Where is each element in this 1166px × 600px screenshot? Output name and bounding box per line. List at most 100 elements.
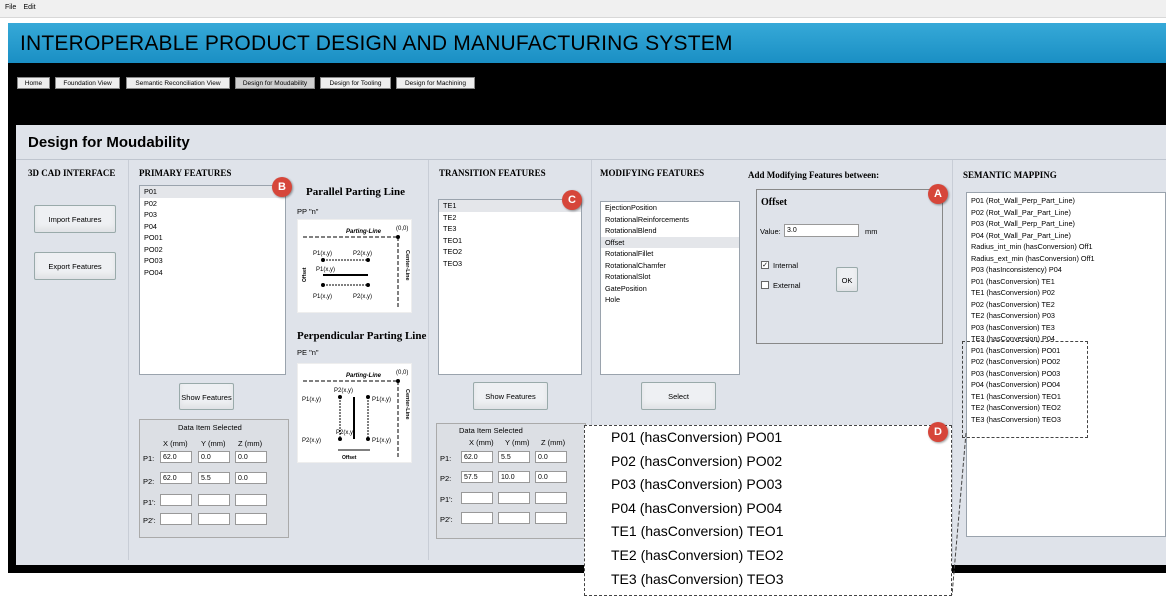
list-item[interactable]: Hole — [601, 294, 739, 306]
tab-foundation-view[interactable]: Foundation View — [55, 77, 120, 89]
list-item[interactable]: Radius_int_min (hasConversion) Off1 — [967, 241, 1165, 253]
list-item[interactable]: TEO1 — [439, 235, 581, 247]
tp1-x-field[interactable]: 62.0 — [461, 451, 493, 463]
list-item[interactable]: RotationalChamfer — [601, 260, 739, 272]
tab-design-for-machining[interactable]: Design for Machining — [396, 77, 475, 89]
p2-y-field[interactable]: 5.5 — [198, 472, 230, 484]
transition-show-features-button[interactable]: Show Features — [473, 382, 548, 410]
tp1-z-field[interactable]: 0.0 — [535, 451, 567, 463]
export-features-button[interactable]: Export Features — [34, 252, 116, 280]
zoom-list-item[interactable]: P01 (hasConversion) PO01 — [585, 426, 951, 450]
tp1p-z-field[interactable] — [535, 492, 567, 504]
list-item[interactable]: TEO3 — [439, 258, 581, 270]
list-item[interactable]: RotationalFillet — [601, 248, 739, 260]
menu-file[interactable]: File — [5, 4, 16, 11]
tp1-y-field[interactable]: 5.5 — [498, 451, 530, 463]
tp1p-y-field[interactable] — [498, 492, 530, 504]
list-item[interactable]: GatePosition — [601, 283, 739, 295]
zoom-list-item[interactable]: P02 (hasConversion) PO02 — [585, 450, 951, 474]
perp-origin-label: (0,0) — [396, 370, 408, 376]
external-checkbox[interactable] — [761, 281, 769, 289]
list-item[interactable]: P01 (Rot_Wall_Perp_Part_Line) — [967, 195, 1165, 207]
perp-center-label: Center-Line — [404, 389, 410, 420]
parallel-p1-label: P1(x,y) — [313, 251, 332, 257]
list-item[interactable]: P03 (Rot_Wall_Perp_Part_Line) — [967, 218, 1165, 230]
list-item[interactable]: P02 (hasConversion) TE2 — [967, 299, 1165, 311]
list-item[interactable]: P04 — [140, 221, 285, 233]
p1p-x-field[interactable] — [160, 494, 192, 506]
list-item[interactable]: EjectionPosition — [601, 202, 739, 214]
list-item[interactable]: TE2 (hasConversion) P03 — [967, 310, 1165, 322]
list-item[interactable]: P01 (hasConversion) TE1 — [967, 276, 1165, 288]
p2p-y-field[interactable] — [198, 513, 230, 525]
modifying-features-list[interactable]: EjectionPosition RotationalReinforcements… — [600, 201, 740, 375]
p1p-z-field[interactable] — [235, 494, 267, 506]
tab-design-for-tooling[interactable]: Design for Tooling — [320, 77, 391, 89]
tp2-z-field[interactable]: 0.0 — [535, 471, 567, 483]
primary-features-list[interactable]: P01 P02 P03 P04 PO01 PO02 PO03 PO04 — [139, 185, 286, 375]
import-features-button[interactable]: Import Features — [34, 205, 116, 233]
list-item[interactable]: P03 — [140, 209, 285, 221]
list-item[interactable]: PO03 — [140, 255, 285, 267]
list-item[interactable]: P02 — [140, 198, 285, 210]
primary-show-features-button[interactable]: Show Features — [179, 383, 234, 410]
list-item[interactable]: PO01 — [140, 232, 285, 244]
tp2p-z-field[interactable] — [535, 512, 567, 524]
menu-edit[interactable]: Edit — [24, 4, 36, 11]
list-item[interactable]: RotationalReinforcements — [601, 214, 739, 226]
tp1p-x-field[interactable] — [461, 492, 493, 504]
tp2-y-field[interactable]: 10.0 — [498, 471, 530, 483]
zoom-list-item[interactable]: P04 (hasConversion) PO04 — [585, 497, 951, 521]
parallel-p2-label: P2(x,y) — [353, 294, 372, 300]
list-item[interactable]: P03 (hasInconsistency) P04 — [967, 264, 1165, 276]
select-button[interactable]: Select — [641, 382, 716, 410]
unit-label: mm — [865, 227, 878, 236]
p2p-x-field[interactable] — [160, 513, 192, 525]
list-item[interactable]: TEO2 — [439, 246, 581, 258]
list-item[interactable]: PO04 — [140, 267, 285, 279]
perpendicular-title: Perpendicular Parting Line — [297, 330, 427, 342]
p2-x-field[interactable]: 62.0 — [160, 472, 192, 484]
zoom-list-item[interactable]: P03 (hasConversion) PO03 — [585, 473, 951, 497]
p2-z-field[interactable]: 0.0 — [235, 472, 267, 484]
list-item[interactable]: TE1 — [439, 200, 581, 212]
p2p-z-field[interactable] — [235, 513, 267, 525]
tp2p-x-field[interactable] — [461, 512, 493, 524]
p1-y-field[interactable]: 0.0 — [198, 451, 230, 463]
internal-checkbox[interactable]: ✓ — [761, 261, 769, 269]
list-item[interactable]: TE1 (hasConversion) P02 — [967, 287, 1165, 299]
list-item[interactable]: P03 (hasConversion) TE3 — [967, 322, 1165, 334]
list-item[interactable]: RotationalBlend — [601, 225, 739, 237]
zoom-list-item[interactable]: TE2 (hasConversion) TEO2 — [585, 544, 951, 568]
zoom-list-item[interactable]: TE1 (hasConversion) TEO1 — [585, 520, 951, 544]
tab-design-for-moudability[interactable]: Design for Moudability — [235, 77, 315, 89]
offset-value-input[interactable]: 3.0 — [784, 224, 859, 237]
p1p-y-field[interactable] — [198, 494, 230, 506]
add-modifying-header: Add Modifying Features between: — [748, 170, 880, 180]
list-item[interactable]: P02 (Rot_Wall_Par_Part_Line) — [967, 207, 1165, 219]
parallel-diagram-graphic: Parting-Line (0,0) Center-Line P1(x,y) P… — [302, 226, 410, 308]
list-item[interactable]: Radius_ext_min (hasConversion) Off1 — [967, 253, 1165, 265]
modifying-header: MODIFYING FEATURES — [600, 168, 705, 178]
menu-bar: File Edit — [0, 0, 1166, 18]
list-item[interactable]: TE3 — [439, 223, 581, 235]
list-item[interactable]: TE2 — [439, 212, 581, 224]
list-item[interactable]: Offset — [601, 236, 739, 248]
transition-features-list[interactable]: TE1 TE2 TE3 TEO1 TEO2 TEO3 — [438, 199, 582, 375]
list-item[interactable]: RotationalSlot — [601, 271, 739, 283]
parallel-code: PP "n" — [297, 207, 319, 216]
tp2p-y-field[interactable] — [498, 512, 530, 524]
p1-x-field[interactable]: 62.0 — [160, 451, 192, 463]
tp2-x-field[interactable]: 57.5 — [461, 471, 493, 483]
list-item[interactable]: PO02 — [140, 244, 285, 256]
tab-home[interactable]: Home — [17, 77, 50, 89]
col-y: Y (mm) — [505, 438, 530, 447]
perpendicular-diagram: Parting-Line (0,0) Center-Line P2(x,y) P… — [297, 363, 412, 463]
zoom-list-item[interactable]: TE3 (hasConversion) TEO3 — [585, 568, 951, 592]
data-title: Data Item Selected — [459, 426, 523, 435]
list-item[interactable]: P04 (Rot_Wall_Par_Part_Line) — [967, 230, 1165, 242]
ok-button[interactable]: OK — [836, 267, 858, 292]
p1-z-field[interactable]: 0.0 — [235, 451, 267, 463]
tab-semantic-reconciliation-view[interactable]: Semantic Reconciliation View — [126, 77, 230, 89]
list-item[interactable]: P01 — [140, 186, 285, 198]
